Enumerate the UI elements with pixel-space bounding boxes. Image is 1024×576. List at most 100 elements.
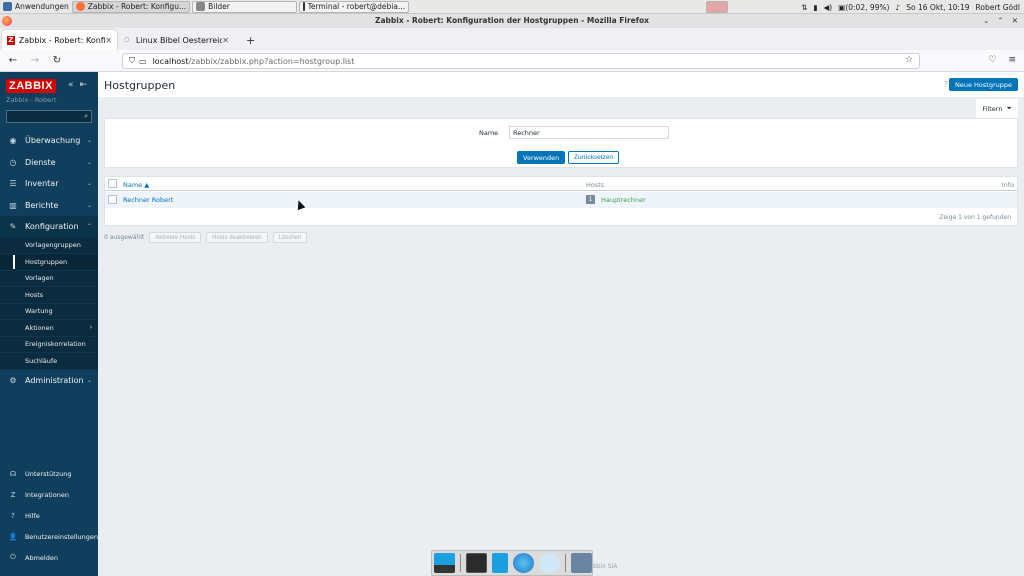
taskbar-item-images[interactable]: Bilder — [192, 0, 298, 13]
url-host: localhost — [152, 56, 189, 66]
shield-icon[interactable]: ⛉ — [129, 56, 135, 66]
submenu-item-hosts[interactable]: Hosts — [0, 287, 98, 304]
selected-count: 0 ausgewählt — [104, 234, 145, 241]
delete-button[interactable]: Löschen — [272, 232, 308, 243]
close-tab-icon[interactable]: ✕ — [222, 36, 229, 45]
hide-sidebar-icon[interactable]: ⇤ — [80, 80, 88, 90]
menu-item-reports[interactable]: ▥ Berichte ⌄ — [0, 195, 98, 217]
tab-zabbix[interactable]: Z Zabbix - Robert: Konfigur ✕ — [2, 30, 117, 50]
notification-icon[interactable]: ♪ — [895, 3, 900, 12]
close-window-icon[interactable]: ✕ — [1012, 14, 1018, 28]
menu-item-monitoring[interactable]: ◉ Überwachung ⌄ — [0, 130, 98, 152]
volume-icon[interactable]: ◀) — [824, 3, 833, 12]
forward-icon[interactable]: → — [26, 55, 44, 66]
minimize-icon[interactable]: ⌄ — [983, 14, 989, 28]
host-group-link[interactable]: Rechner Robert — [123, 196, 173, 204]
column-name[interactable]: Name ▲ — [123, 181, 149, 189]
sidebar: ZABBIX « ⇤ Zabbix - Robert ⌕ ◉ Überwachu… — [0, 72, 98, 576]
host-groups-table: Name ▲ Hosts Info Rechner Robert 1 Haupt… — [104, 176, 1018, 226]
power-icon: ⏻ — [10, 553, 16, 561]
submenu-item-host-groups[interactable]: Hostgruppen — [0, 254, 98, 271]
signal-icon[interactable]: ▮ — [813, 3, 817, 12]
user-menu[interactable]: Robert Gödl — [976, 3, 1021, 12]
reset-filter-button[interactable]: Zurücksetzen — [568, 151, 620, 164]
search-icon[interactable]: ⌕ — [84, 112, 88, 121]
taskbar-item-firefox[interactable]: Zabbix - Robert: Konfigu... — [71, 0, 191, 13]
image-viewer-icon — [196, 2, 206, 11]
dock-separator — [564, 554, 566, 572]
xfce-logo-icon — [3, 2, 12, 11]
bookmark-star-icon[interactable]: ☆ — [905, 55, 913, 65]
help-icon[interactable]: ? — [944, 80, 948, 89]
file-manager-icon[interactable] — [492, 553, 508, 573]
row-checkbox[interactable] — [108, 195, 117, 204]
menu-item-user-settings[interactable]: 👤 Benutzereinstellungen — [0, 526, 98, 547]
hamburger-menu-icon[interactable]: ≡ — [1008, 55, 1016, 65]
tab-linux-bibel[interactable]: ○ Linux Bibel Oesterreich - ✕ — [119, 30, 234, 50]
close-tab-icon[interactable]: ✕ — [105, 36, 112, 45]
menu-item-inventory[interactable]: ☰ Inventar ⌄ — [0, 173, 98, 195]
desktop-icon[interactable] — [434, 553, 456, 573]
table-footer: Zeige 1 von 1 gefunden — [939, 214, 1011, 221]
submenu-item-discovery[interactable]: Suchläufe — [0, 353, 98, 370]
submenu-item-maintenance[interactable]: Wartung — [0, 304, 98, 320]
filter-tab[interactable]: Filtern ⏷ — [976, 99, 1018, 118]
dock-separator — [460, 554, 462, 572]
chevron-down-icon: ⌄ — [86, 137, 92, 145]
battery-status[interactable]: ▣(0:02, 99%) — [838, 3, 889, 12]
submenu-item-template-groups[interactable]: Vorlagengruppen — [0, 238, 98, 254]
list-icon: ☰ — [9, 179, 17, 189]
table-row: Rechner Robert 1 Hauptrechner — [105, 192, 1017, 208]
filter-name-input[interactable]: Rechner — [509, 126, 669, 139]
taskbar-item-terminal[interactable]: Terminal - robert@debia... — [299, 0, 410, 13]
menu-item-administration[interactable]: ⚙ Administration ⌄ — [0, 370, 98, 392]
question-icon: ? — [11, 511, 15, 520]
column-hosts: Hosts — [586, 181, 605, 189]
network-icon[interactable]: ⇅ — [801, 3, 807, 12]
disable-hosts-button[interactable]: Hosts deaktivieren — [206, 232, 268, 243]
firefox-logo-icon — [2, 16, 12, 26]
sidebar-search-input[interactable]: ⌕ — [6, 110, 92, 123]
zabbix-logo[interactable]: ZABBIX — [6, 79, 56, 93]
bar-chart-icon: ▥ — [9, 200, 17, 210]
new-tab-icon[interactable]: + — [242, 34, 259, 50]
select-all-checkbox[interactable] — [108, 179, 117, 188]
enable-hosts-button[interactable]: Aktiviere Hosts — [149, 232, 202, 243]
server-name: Zabbix - Robert — [6, 96, 57, 104]
search-app-icon[interactable] — [538, 553, 560, 573]
web-browser-icon[interactable] — [512, 553, 534, 573]
url-bar[interactable]: ⛉ ▭ localhost /zabbix/zabbix.php?action=… — [122, 53, 920, 69]
menu-item-services[interactable]: ◷ Dienste ⌄ — [0, 152, 98, 174]
window-titlebar: Zabbix - Robert: Konfiguration der Hostg… — [0, 14, 1024, 28]
clock[interactable]: So 16 Okt, 10:19 — [906, 3, 969, 12]
apply-filter-button[interactable]: Verwenden — [517, 151, 566, 164]
menu-item-integrations[interactable]: Z Integrationen — [0, 484, 98, 505]
folder-icon[interactable] — [570, 553, 592, 573]
system-tray: ⇅ ▮ ◀) ▣(0:02, 99%) ♪ So 16 Okt, 10:19 R… — [801, 0, 1024, 14]
page-info-icon[interactable]: ▭ — [139, 57, 147, 66]
submenu-item-actions[interactable]: Aktionen › — [0, 320, 98, 337]
menu-item-sign-out[interactable]: ⏻ Abmelden — [0, 547, 98, 568]
new-host-group-button[interactable]: Neue Hostgruppe — [948, 78, 1018, 91]
gear-icon: ⚙ — [9, 375, 17, 385]
submenu-item-event-correlation[interactable]: Ereigniskorrelation — [0, 337, 98, 353]
menu-item-help[interactable]: ? Hilfe — [0, 505, 98, 526]
host-link[interactable]: Hauptrechner — [601, 196, 646, 204]
collapse-sidebar-icon[interactable]: « — [68, 80, 74, 90]
back-icon[interactable]: ← — [4, 55, 22, 66]
workspace-indicator[interactable] — [706, 0, 728, 13]
menu-item-configuration[interactable]: ✎ Konfiguration ⌃ — [0, 216, 98, 238]
filter-name-label: Name — [479, 129, 499, 137]
filter-panel: Name Rechner Verwenden Zurücksetzen — [104, 118, 1018, 168]
page-header: Hostgruppen ? Neue Hostgruppe — [98, 72, 1024, 97]
main-menu: ◉ Überwachung ⌄ ◷ Dienste ⌄ ☰ Inventar ⌄… — [0, 130, 98, 391]
maximize-icon[interactable]: ⌃ — [997, 14, 1003, 28]
apps-menu-button[interactable]: Anwendungen — [0, 0, 72, 14]
submenu-item-templates[interactable]: Vorlagen — [0, 271, 98, 287]
pocket-icon[interactable]: ♡ — [988, 55, 996, 65]
column-info: Info — [1001, 181, 1014, 189]
reload-icon[interactable]: ↻ — [48, 55, 66, 66]
menu-item-support[interactable]: ☊ Unterstützung — [0, 463, 98, 484]
footer-copyright: bbix SIA — [593, 563, 618, 570]
terminal-icon[interactable] — [466, 553, 488, 573]
